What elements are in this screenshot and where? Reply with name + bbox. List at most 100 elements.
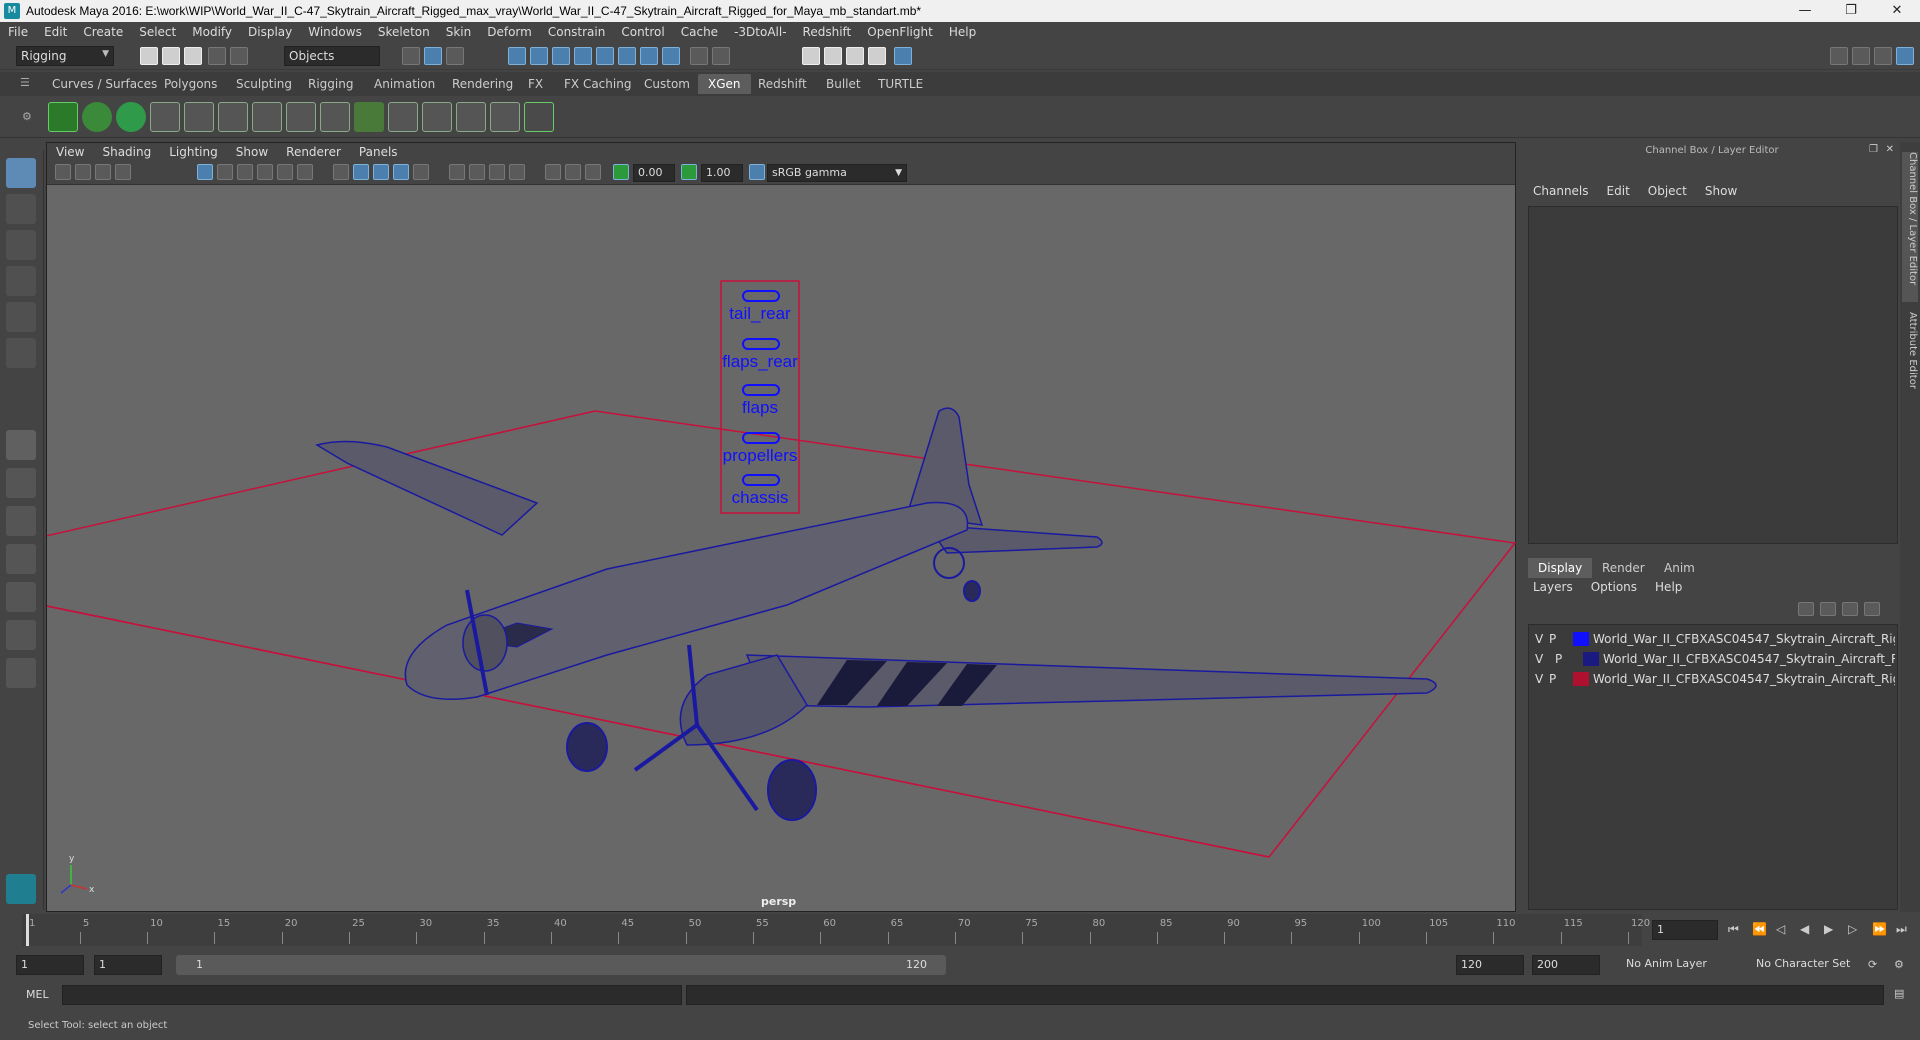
menu-3dtoall[interactable]: -3DtoAll- (726, 25, 794, 39)
undo-icon[interactable] (208, 47, 226, 65)
menu-file[interactable]: File (0, 25, 36, 39)
redo-icon[interactable] (230, 47, 248, 65)
tab-anim[interactable]: Anim (1654, 558, 1705, 578)
close-button[interactable]: ✕ (1874, 0, 1920, 22)
vp-menu-lighting[interactable]: Lighting (160, 145, 227, 159)
rig-control-flaps[interactable]: flaps (742, 398, 778, 417)
layer-color-swatch[interactable] (1583, 652, 1599, 666)
image-plane-icon[interactable] (115, 164, 131, 180)
menu-create[interactable]: Create (75, 25, 131, 39)
default-lighting-icon[interactable] (413, 164, 429, 180)
rig-control-chassis[interactable]: chassis (732, 488, 789, 507)
shelf-tab-animation[interactable]: Animation (364, 74, 445, 94)
layer-row[interactable]: V P World_War_II_CFBXASC04547_Skytrain_A… (1529, 629, 1897, 649)
rig-control-propellers[interactable]: propellers (723, 446, 798, 465)
hypershade-layout-icon[interactable] (6, 582, 36, 612)
xgen-grass-icon[interactable] (456, 102, 486, 132)
gamma-field[interactable]: 1.00 (701, 164, 743, 182)
history-icon[interactable] (640, 47, 658, 65)
cb-menu-show[interactable]: Show (1696, 184, 1746, 202)
new-layer-selected-icon[interactable] (1864, 602, 1880, 616)
close-panel-icon[interactable]: ✕ (1886, 144, 1894, 155)
wireframe-on-shaded-icon[interactable] (373, 164, 389, 180)
four-view-layout-icon[interactable] (6, 468, 36, 498)
menu-skin[interactable]: Skin (438, 25, 480, 39)
camera-attributes-icon[interactable] (75, 164, 91, 180)
anti-aliasing-icon[interactable] (509, 164, 525, 180)
menu-skeleton[interactable]: Skeleton (370, 25, 438, 39)
persp-outliner-layout-icon[interactable] (6, 506, 36, 536)
menu-openflight[interactable]: OpenFlight (859, 25, 941, 39)
side-tab-channel-box[interactable]: Channel Box / Layer Editor (1902, 152, 1918, 302)
rotate-tool-icon[interactable] (6, 302, 36, 332)
side-tab-attribute-editor[interactable]: Attribute Editor (1902, 312, 1918, 422)
maximize-button[interactable]: ❐ (1828, 0, 1874, 22)
layer-playback[interactable]: P (1555, 649, 1562, 669)
xgen-lock-guides-icon[interactable] (286, 102, 316, 132)
select-tool-icon[interactable] (6, 158, 36, 188)
vp-menu-renderer[interactable]: Renderer (277, 145, 350, 159)
move-layer-up-icon[interactable] (1798, 602, 1814, 616)
snap-view-plane-icon[interactable] (574, 47, 592, 65)
input-output-icon[interactable] (662, 47, 680, 65)
cb-menu-object[interactable]: Object (1639, 184, 1696, 202)
play-forwards-icon[interactable]: ▶ (1824, 922, 1833, 936)
step-forward-key-icon[interactable]: ▷ (1848, 922, 1857, 936)
range-bar[interactable]: 1 120 (176, 955, 946, 975)
view-transform-dropdown[interactable]: sRGB gamma ▼ (767, 164, 907, 182)
render-view-icon[interactable] (802, 47, 820, 65)
shelf-tab-xgen[interactable]: XGen (698, 74, 751, 94)
custom-layout-icon[interactable] (6, 658, 36, 688)
menu-select[interactable]: Select (131, 25, 184, 39)
layer-row[interactable]: V P World_War_II_CFBXASC04547_Skytrain_A… (1529, 649, 1897, 669)
snap-grid-icon[interactable] (508, 47, 526, 65)
rig-control-flaps-rear[interactable]: flaps_rear (722, 352, 798, 371)
shelf-tab-polygons[interactable]: Polygons (154, 74, 227, 94)
uv-layout-icon[interactable] (6, 620, 36, 650)
bookmark-icon[interactable] (95, 164, 111, 180)
shelf-tab-custom[interactable]: Custom (634, 74, 700, 94)
color-management-icon[interactable] (749, 164, 765, 180)
resolution-gate-icon[interactable] (237, 164, 253, 180)
render-settings-icon[interactable] (868, 47, 886, 65)
command-input[interactable] (62, 985, 682, 1005)
single-perspective-layout-icon[interactable] (6, 430, 36, 460)
menu-windows[interactable]: Windows (300, 25, 370, 39)
go-to-end-icon[interactable]: ⏭ (1896, 922, 1907, 937)
menu-deform[interactable]: Deform (479, 25, 540, 39)
xray-joints-icon[interactable] (565, 164, 581, 180)
viewport-canvas[interactable]: tail_rear flaps_rear flaps propellers ch… (36, 185, 1517, 911)
xgen-place-guides-icon[interactable] (184, 102, 214, 132)
snap-surface-icon[interactable] (596, 47, 614, 65)
select-component-icon[interactable] (446, 47, 464, 65)
select-object-icon[interactable] (424, 47, 442, 65)
new-scene-icon[interactable] (140, 47, 158, 65)
menu-edit[interactable]: Edit (36, 25, 75, 39)
xgen-layers-icon[interactable] (354, 102, 384, 132)
film-gate-icon[interactable] (217, 164, 233, 180)
snap-point-icon[interactable] (552, 47, 570, 65)
xgen-editor-icon[interactable] (48, 102, 78, 132)
xgen-fur-icon[interactable] (490, 102, 520, 132)
float-panel-icon[interactable]: ❐ (1869, 144, 1878, 155)
anim-layer-dropdown[interactable]: No Anim Layer (1622, 955, 1734, 975)
xgen-guide-tool-icon[interactable] (252, 102, 282, 132)
menu-help[interactable]: Help (941, 25, 984, 39)
new-layer-icon[interactable] (1842, 602, 1858, 616)
menu-cache[interactable]: Cache (673, 25, 726, 39)
menu-redshift[interactable]: Redshift (795, 25, 860, 39)
vp-menu-shading[interactable]: Shading (93, 145, 160, 159)
script-editor-icon[interactable]: ▤ (1894, 987, 1904, 1000)
lock-icon[interactable] (690, 47, 708, 65)
shelf-menu-icon[interactable]: ☰ (20, 76, 30, 89)
motion-blur-icon[interactable] (489, 164, 505, 180)
shelf-tab-bullet[interactable]: Bullet (816, 74, 871, 94)
shadows-icon[interactable] (449, 164, 465, 180)
exposure-icon[interactable] (613, 164, 629, 180)
anim-prefs-icon[interactable]: ⚙ (1894, 958, 1904, 971)
xgen-create-description-icon[interactable] (116, 102, 146, 132)
workspace-icon[interactable] (1830, 47, 1848, 65)
le-menu-help[interactable]: Help (1646, 580, 1691, 598)
layer-playback[interactable]: P (1549, 629, 1556, 649)
tab-display[interactable]: Display (1528, 558, 1593, 578)
